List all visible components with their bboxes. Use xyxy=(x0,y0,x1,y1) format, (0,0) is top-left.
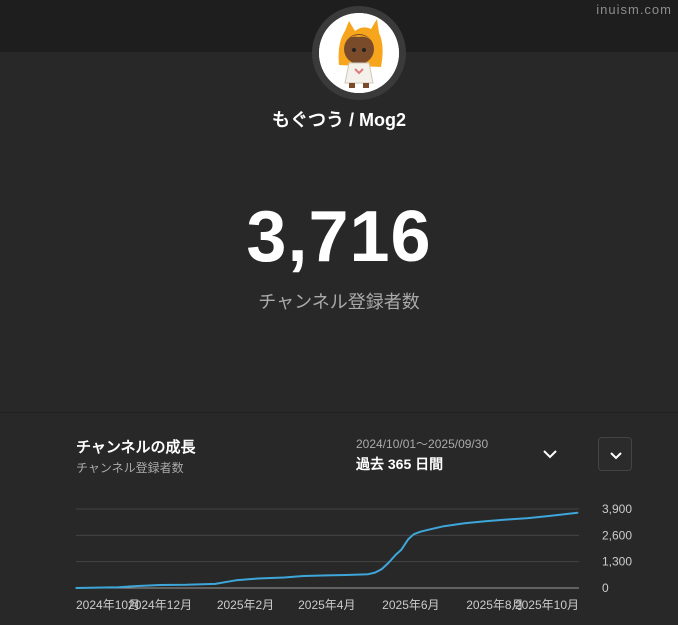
channel-avatar[interactable] xyxy=(319,13,399,93)
data-point xyxy=(185,583,188,586)
data-point xyxy=(388,561,390,564)
data-point xyxy=(326,574,328,577)
data-point xyxy=(302,575,305,577)
data-point xyxy=(367,573,369,576)
growth-subtitle: チャンネル登録者数 xyxy=(76,461,184,475)
data-point xyxy=(75,587,77,589)
y-tick-label: 2,600 xyxy=(602,528,632,542)
growth-title: チャンネルの成長 xyxy=(76,439,196,456)
data-point xyxy=(283,576,285,579)
data-point xyxy=(117,586,120,588)
x-tick-label: 2024年12月 xyxy=(128,598,192,612)
avatar-illustration xyxy=(319,13,399,93)
data-point xyxy=(576,511,579,514)
x-tick-label: 2025年10月 xyxy=(515,598,579,612)
x-tick-label: 2025年4月 xyxy=(298,598,355,612)
growth-chart: 01,3002,6003,9002024年10月2024年12月 2025年2月 2… xyxy=(75,502,632,612)
series-line-subscribers xyxy=(75,511,578,589)
data-point xyxy=(345,574,347,576)
data-point xyxy=(484,520,487,522)
data-point xyxy=(394,553,397,556)
subscriber-count: 3,716 xyxy=(246,197,432,277)
data-point xyxy=(235,579,237,582)
chevron-down-icon xyxy=(543,450,557,459)
channel-name[interactable]: もぐつう / Mog2 xyxy=(0,106,678,132)
section-divider xyxy=(0,412,678,413)
data-point xyxy=(506,518,509,521)
y-tick-label: 0 xyxy=(602,581,609,595)
subscriber-count-label: チャンネル登録者数 xyxy=(258,292,420,312)
data-point xyxy=(429,528,431,531)
expand-chart-button[interactable] xyxy=(598,437,632,471)
y-tick-label: 1,300 xyxy=(602,555,632,569)
data-point xyxy=(443,525,445,528)
data-point xyxy=(374,571,376,574)
y-tick-label: 3,900 xyxy=(602,502,632,516)
data-point xyxy=(137,585,139,587)
data-point xyxy=(214,583,216,585)
data-point xyxy=(400,549,403,551)
data-point xyxy=(407,538,409,541)
watermark: inuism.com xyxy=(596,2,672,17)
period-label[interactable]: 過去 365 日間 xyxy=(356,454,443,474)
period-dropdown[interactable] xyxy=(540,444,560,464)
data-point xyxy=(381,568,383,570)
x-tick-label: 2025年6月 xyxy=(382,598,439,612)
data-point xyxy=(419,530,422,533)
x-tick-label: 2025年2月 xyxy=(217,598,274,612)
data-point xyxy=(549,515,551,517)
date-range: 2024/10/01～2025/09/30 xyxy=(356,437,489,451)
data-point xyxy=(527,517,529,519)
data-point xyxy=(159,584,161,586)
chevron-down-icon xyxy=(610,452,622,460)
data-point xyxy=(412,533,415,536)
data-point xyxy=(463,522,466,524)
data-point xyxy=(257,577,259,580)
